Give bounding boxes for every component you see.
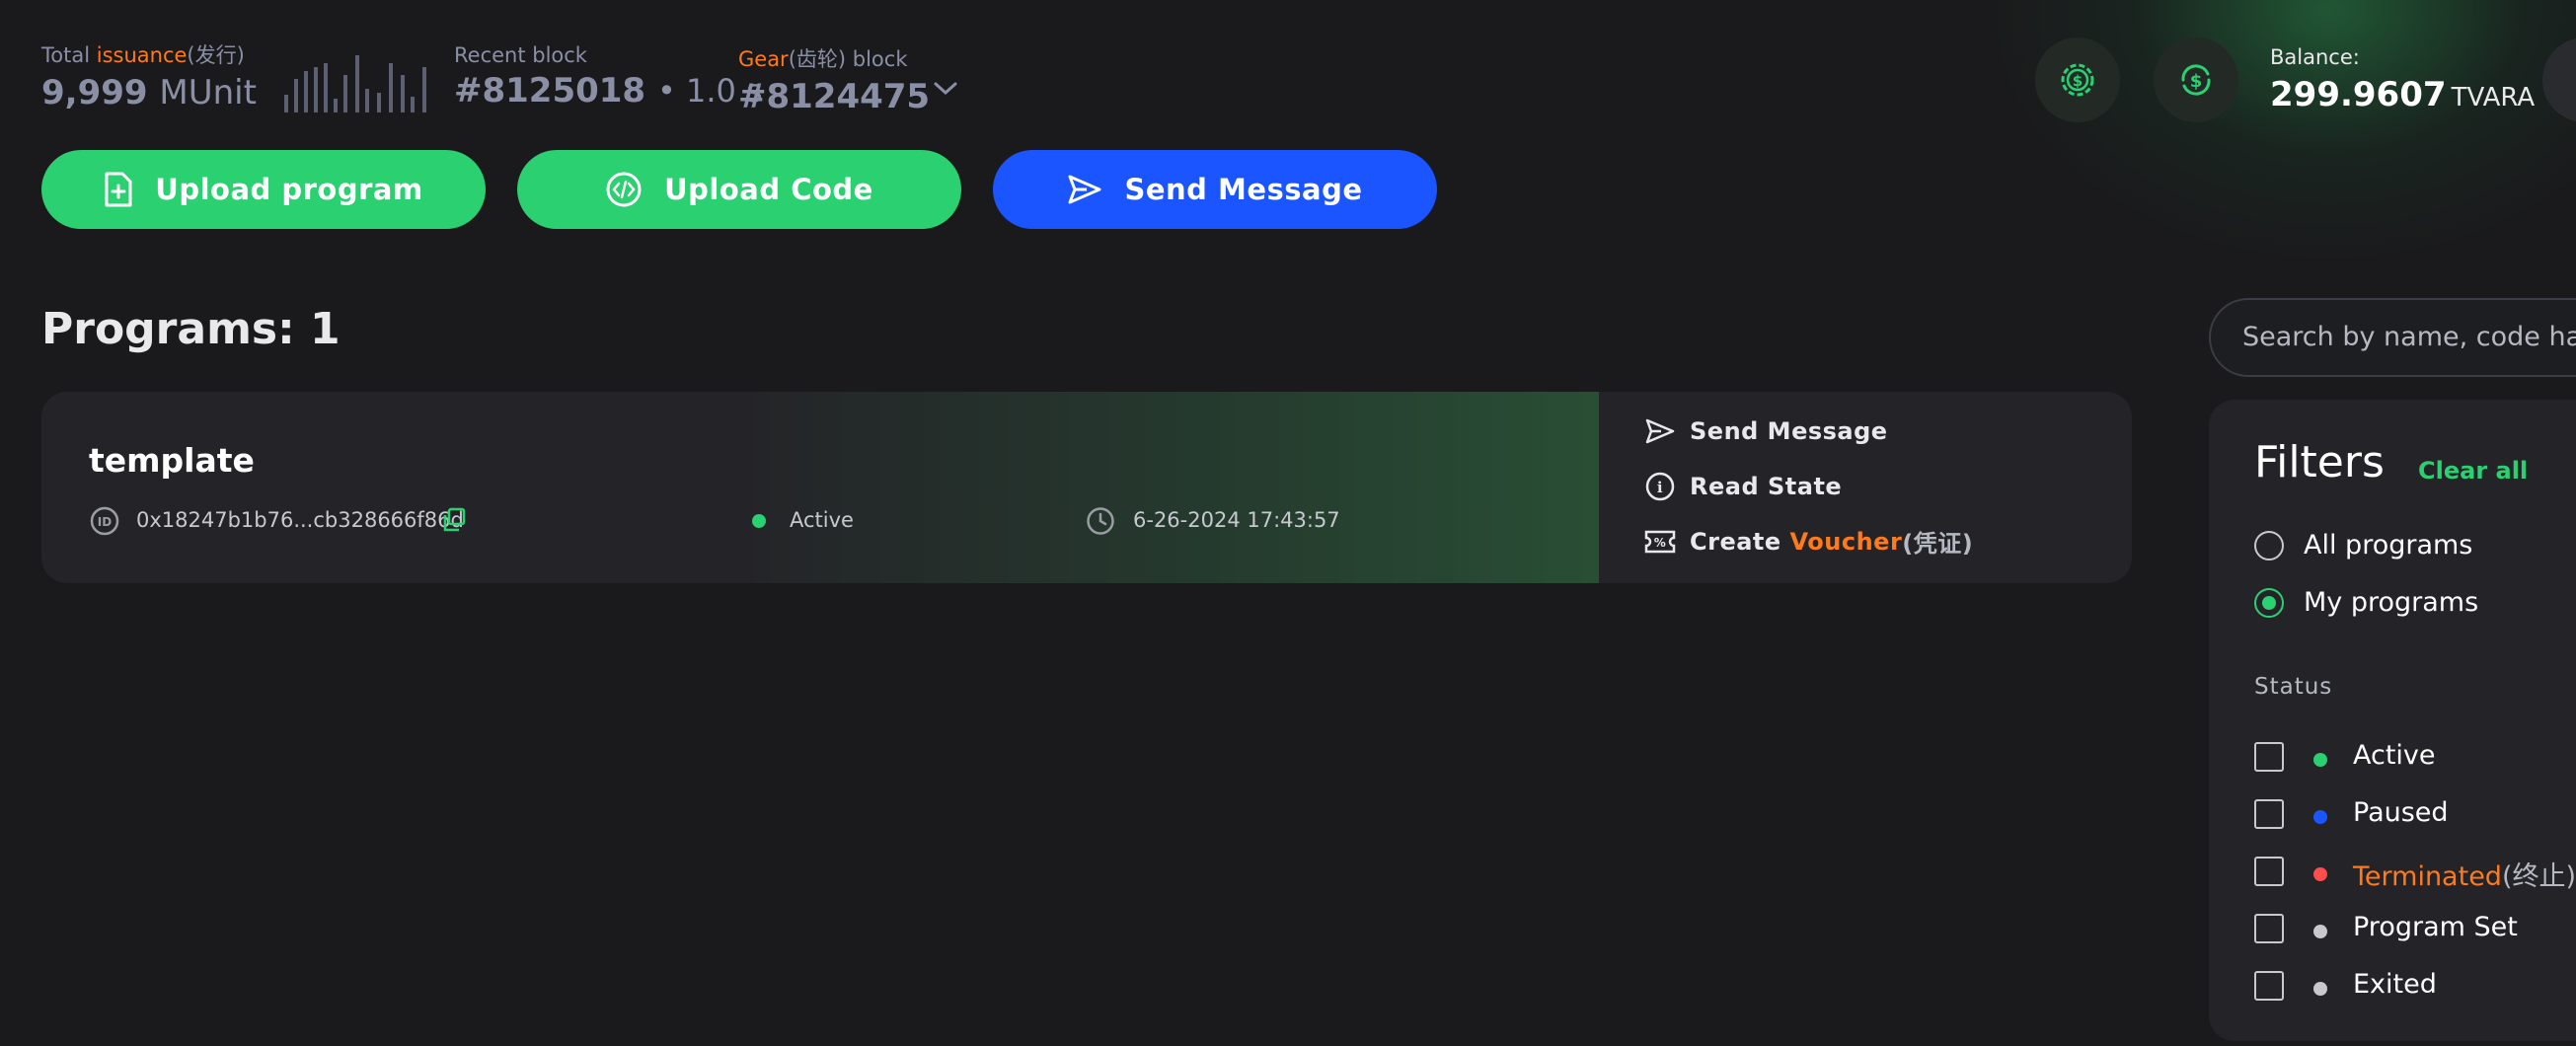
card-glow [41, 392, 1599, 583]
upload-file-icon [105, 172, 132, 207]
clear-all-button[interactable]: Clear all [2418, 457, 2528, 485]
program-name[interactable]: template [89, 441, 255, 480]
status-dot-active [2313, 753, 2327, 767]
upload-program-button[interactable]: Upload program [41, 150, 486, 229]
refresh-dollar-icon[interactable]: $ [2154, 37, 2238, 122]
status-checkbox[interactable] [2254, 914, 2284, 943]
account-avatar[interactable] [2542, 37, 2576, 122]
id-icon: ID [89, 505, 120, 541]
radio-label-all-programs[interactable]: All programs [2304, 530, 2472, 560]
status-filter-active[interactable]: Active [2209, 740, 2576, 780]
status-dot-exited [2313, 982, 2327, 996]
card-read-state[interactable]: i Read State [1644, 471, 1842, 502]
balance: Balance: 299.9607 TVARA [2270, 45, 2535, 114]
radio-label-my-programs[interactable]: My programs [2304, 587, 2478, 618]
filters-panel: Filters Clear all All programs My progra… [2209, 400, 2576, 1041]
gear-block: Gear(齿轮) block #8124475 [738, 43, 930, 116]
card-create-voucher[interactable]: % Create Voucher (凭证) [1644, 524, 1973, 559]
total-issuance-label: Total issuance(发行) [41, 43, 245, 67]
gear-block-value: #8124475 [738, 77, 931, 116]
total-issuance: Total issuance(发行) 9,999 MUnit [41, 39, 257, 112]
status-checkbox[interactable] [2254, 799, 2284, 829]
program-status: Active [790, 508, 854, 532]
card-actions: Send Message i Read State % Create Vouch… [1599, 392, 2132, 583]
svg-text:i: i [1657, 479, 1663, 496]
status-checkbox[interactable] [2254, 857, 2284, 886]
status-checkbox[interactable] [2254, 742, 2284, 772]
programs-title: Programs: 1 [41, 304, 341, 354]
status-label: Status [2254, 674, 2333, 700]
status-checkbox[interactable] [2254, 971, 2284, 1001]
status-dot-terminated [2313, 867, 2327, 881]
recent-block-value: #8125018 • 1.0 s [454, 71, 763, 111]
total-issuance-value: 9,999 MUnit [41, 73, 257, 112]
status-filter-program-set[interactable]: Program Set [2209, 912, 2576, 951]
search-placeholder: Search by name, code hash... [2242, 322, 2576, 352]
program-card[interactable]: template ID 0x18247b1b76...cb328666f86d … [41, 392, 2132, 583]
info-icon: i [1645, 472, 1675, 501]
card-send-message[interactable]: Send Message [1644, 417, 1888, 445]
clock-icon [1086, 506, 1115, 540]
block-time-chart [284, 51, 432, 112]
balance-label: Balance: [2270, 45, 2360, 69]
radio-my-programs[interactable] [2254, 588, 2284, 618]
status-dot-paused [2313, 810, 2327, 824]
send-icon [1068, 175, 1101, 204]
program-timestamp: 6-26-2024 17:43:57 [1133, 508, 1340, 532]
radio-all-programs[interactable] [2254, 531, 2284, 560]
recent-block: Recent block #8125018 • 1.0 s [454, 43, 763, 111]
upload-code-button[interactable]: Upload Code [517, 150, 961, 229]
search-input[interactable]: Search by name, code hash... [2209, 298, 2576, 377]
svg-text:ID: ID [98, 515, 112, 529]
filters-title: Filters [2254, 437, 2385, 487]
recent-block-label: Recent block [454, 43, 587, 67]
program-id: 0x18247b1b76...cb328666f86d [136, 508, 464, 532]
copy-icon[interactable] [440, 506, 468, 538]
svg-text:$: $ [2073, 72, 2083, 90]
code-icon [606, 172, 642, 207]
status-dot-program-set [2313, 925, 2327, 938]
gear-coin-icon[interactable]: $ [2035, 37, 2120, 122]
svg-text:$: $ [2190, 71, 2203, 92]
send-icon [1645, 418, 1675, 444]
balance-value: 299.9607 TVARA [2270, 75, 2536, 114]
status-filter-terminated[interactable]: Terminated(终止) [2209, 855, 2576, 894]
svg-text:%: % [1654, 536, 1667, 550]
status-dot [752, 514, 766, 528]
send-message-button[interactable]: Send Message [993, 150, 1437, 229]
chevron-down-icon[interactable] [932, 79, 959, 103]
status-filter-exited[interactable]: Exited [2209, 969, 2576, 1009]
status-filter-paused[interactable]: Paused [2209, 797, 2576, 837]
gear-block-label: Gear(齿轮) block [738, 47, 908, 71]
voucher-icon: % [1644, 530, 1676, 553]
